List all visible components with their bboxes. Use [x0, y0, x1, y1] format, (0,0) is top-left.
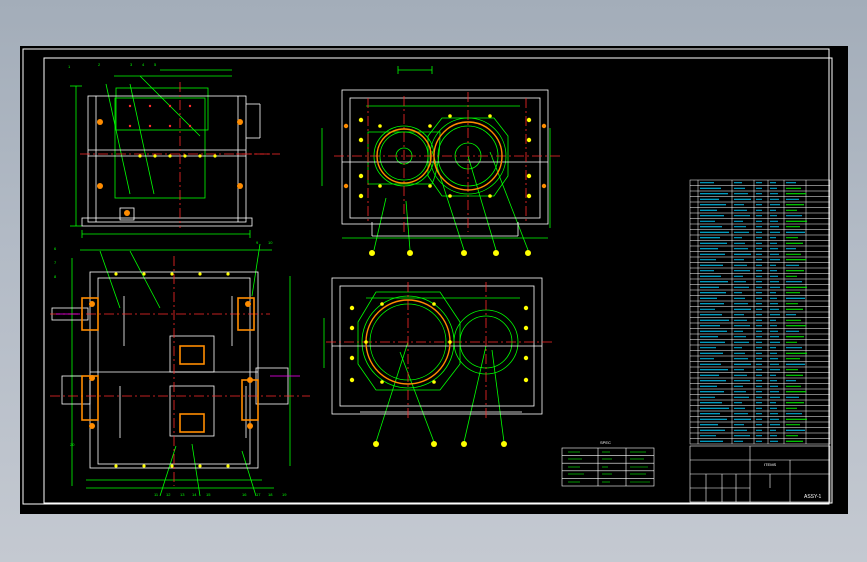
sheet-number: ASSY-1 — [804, 494, 822, 500]
callout-label: 12 — [166, 492, 171, 497]
callout-label: 9 — [256, 240, 259, 245]
end-view-lower — [323, 277, 552, 447]
callout-label: 8 — [54, 274, 57, 279]
callout-label: 16 — [242, 492, 247, 497]
callout-label: 7 — [54, 260, 57, 265]
callout-label: 5 — [154, 62, 157, 67]
elevation-view — [70, 69, 280, 238]
gearbox-assembly-drawing: ASSY-1 ITEMS SPEC 1 2 3 4 56789 1011 12 13 14 15 1… — [22, 48, 833, 505]
tech-table-caption: SPEC — [600, 440, 611, 445]
callout-label: 15 — [206, 492, 211, 497]
callout-label: 4 — [142, 62, 145, 67]
callout-label: 18 — [268, 492, 273, 497]
callout-label: 2 — [98, 62, 101, 67]
callout-label: 1 — [68, 64, 71, 69]
callout-label: 11 — [154, 492, 159, 497]
parts-list-table — [689, 179, 831, 445]
callout-label: 19 — [282, 492, 287, 497]
parts-table-caption: ITEMS — [764, 462, 777, 467]
callout-label: 10 — [268, 240, 273, 245]
callout-label: 14 — [192, 492, 197, 497]
callout-label: 6 — [54, 246, 57, 251]
callout-labels: 1 2 3 4 56789 1011 12 13 14 15 16 17 18 1920 — [54, 62, 287, 497]
cad-viewport[interactable]: ASSY-1 ITEMS SPEC 1 2 3 4 5 6 7 8 9 10 11 12 13 14 15 1… — [20, 46, 848, 514]
callout-label: 20 — [70, 442, 75, 447]
callout-label: 3 — [130, 62, 133, 67]
sheet-inner-frame — [43, 57, 833, 504]
end-view-upper — [321, 66, 560, 256]
section-plan-view — [50, 243, 310, 497]
callout-label: 13 — [180, 492, 185, 497]
callout-label: 17 — [256, 492, 261, 497]
tech-spec-table — [561, 447, 655, 487]
